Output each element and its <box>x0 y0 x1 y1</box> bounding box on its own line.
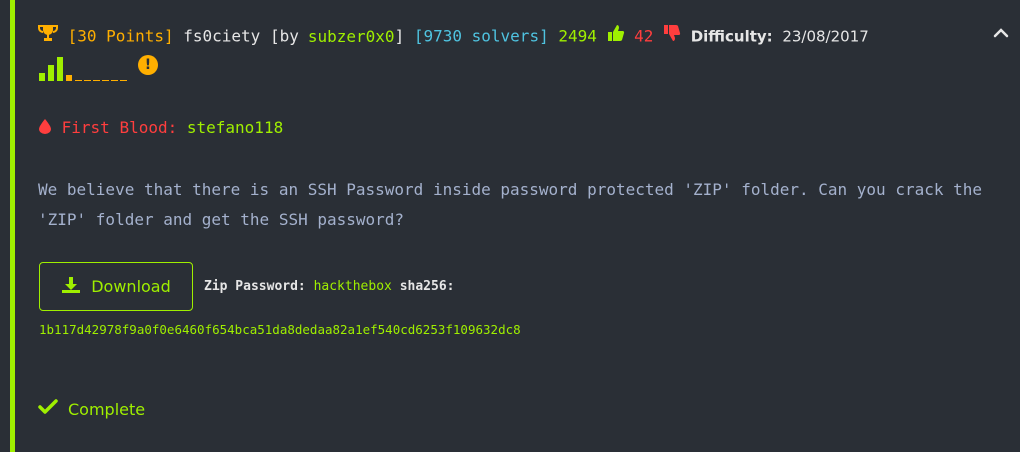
download-label: Download <box>91 277 171 296</box>
by-prefix: [by <box>269 26 299 46</box>
check-icon <box>38 398 58 422</box>
difficulty-bar <box>39 73 45 81</box>
status-label: Complete <box>68 400 146 419</box>
dislikes-count: 42 <box>634 26 654 46</box>
zip-info: Zip Password: hackthebox sha256: <box>204 277 454 297</box>
challenge-author-link[interactable]: subzer0x0 <box>308 27 395 46</box>
first-blood: First Blood: stefano118 <box>38 116 283 141</box>
collapse-toggle[interactable] <box>992 24 1012 46</box>
download-button[interactable]: Download <box>39 262 193 311</box>
challenge-description: We believe that there is an SSH Password… <box>38 180 983 229</box>
accent-bar <box>10 0 15 452</box>
difficulty-label: Difficulty: <box>690 27 773 46</box>
difficulty-bar <box>57 57 63 81</box>
difficulty-bar <box>120 80 127 81</box>
challenge-panel: [30 Points] fs0ciety [by subzer0x0] [9730… <box>0 0 1020 452</box>
trophy-icon <box>38 24 58 49</box>
chevron-up-icon <box>992 27 1010 46</box>
solvers-count: [9730 solvers] <box>413 26 549 46</box>
difficulty-bar <box>84 80 91 81</box>
zip-password-value: hackthebox <box>313 279 392 294</box>
zip-password-label: Zip Password: <box>204 279 306 294</box>
first-blood-user-link[interactable]: stefano118 <box>187 118 283 137</box>
thumbs-down-icon[interactable] <box>663 24 681 49</box>
download-icon <box>61 276 81 298</box>
thumbs-up-icon[interactable] <box>607 24 625 49</box>
sha256-value: 1b117d42978f9a0f0e6460f654bca51da8dedaa8… <box>39 322 521 337</box>
sha256-label: sha256: <box>399 279 455 294</box>
difficulty-bar <box>48 65 54 81</box>
challenge-name: fs0ciety <box>183 26 261 46</box>
difficulty-bar <box>66 75 72 81</box>
difficulty-bar <box>111 80 118 81</box>
likes-count: 2494 <box>558 26 597 46</box>
challenge-points: [30 Points] <box>67 26 174 46</box>
difficulty-bar <box>93 80 100 81</box>
status-complete: Complete <box>38 398 145 422</box>
by-suffix: ] <box>394 26 405 46</box>
first-blood-label: First Blood: <box>61 118 178 137</box>
warning-icon: ! <box>138 55 158 75</box>
difficulty-bar <box>102 80 109 81</box>
difficulty-bar <box>75 80 82 81</box>
challenge-header: [30 Points] fs0ciety [by subzer0x0] [9730… <box>38 24 998 49</box>
blood-drop-icon <box>38 117 52 141</box>
release-date: 23/08/2017 <box>782 27 869 46</box>
